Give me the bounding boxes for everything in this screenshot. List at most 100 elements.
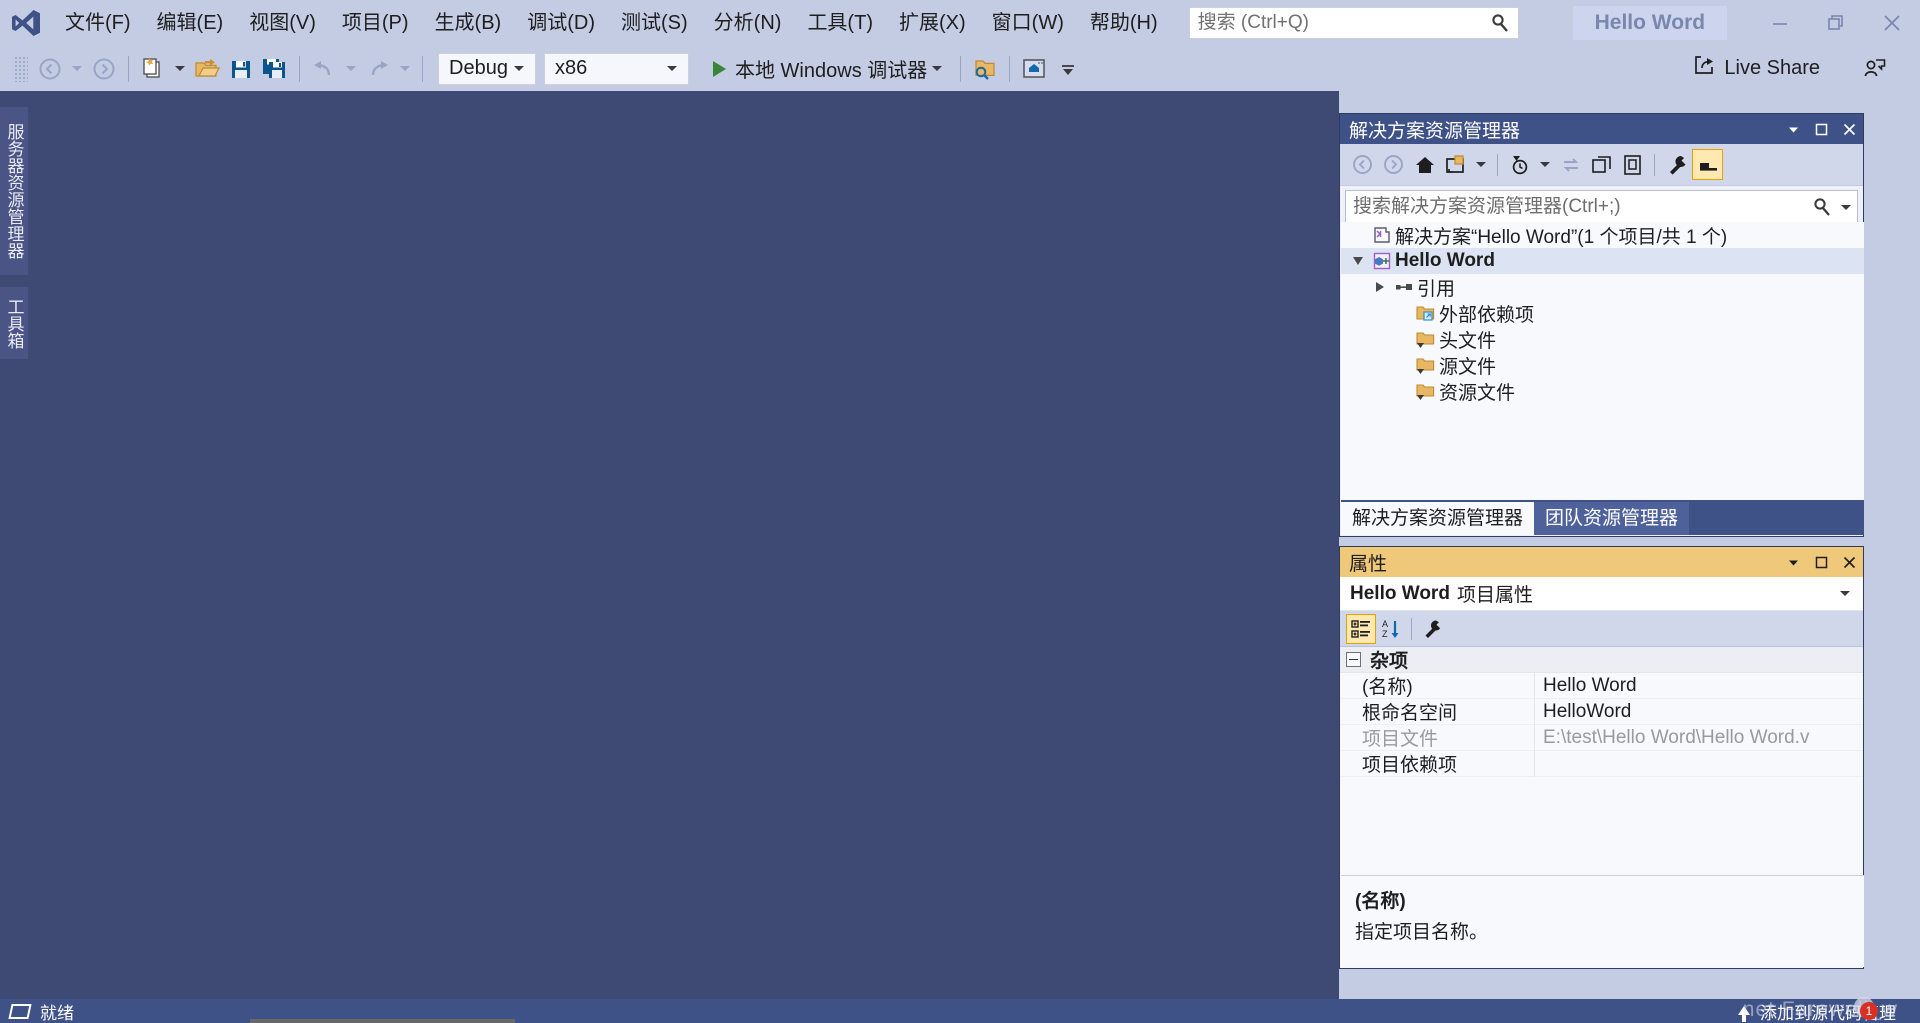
title-bar: 文件(F) 编辑(E) 视图(V) 项目(P) 生成(B) 调试(D) 测试(S…	[0, 0, 1920, 46]
panel-maximize-icon[interactable]	[1807, 548, 1835, 576]
left-tool-rail: 服务器资源管理器 工具箱	[0, 91, 28, 999]
navigate-back-icon[interactable]	[33, 52, 67, 86]
window-controls	[1752, 0, 1920, 46]
menu-debug[interactable]: 调试(D)	[514, 6, 608, 40]
menu-project[interactable]: 项目(P)	[329, 6, 422, 40]
redo-icon[interactable]	[361, 52, 395, 86]
tree-node-label: 头文件	[1439, 330, 1497, 352]
solution-explorer-search-input[interactable]	[1346, 196, 1812, 218]
quick-search-box[interactable]	[1188, 7, 1519, 39]
start-debugging-button[interactable]: 本地 Windows 调试器	[703, 52, 953, 86]
undo-icon[interactable]	[307, 52, 341, 86]
collapse-category-icon[interactable]	[1346, 652, 1361, 667]
minimize-icon[interactable]	[1752, 0, 1808, 46]
menu-analyze[interactable]: 分析(N)	[701, 6, 795, 40]
panel-maximize-icon[interactable]	[1807, 115, 1835, 143]
tree-node-project[interactable]: Hello Word	[1341, 248, 1864, 274]
redo-dropdown-icon[interactable]	[400, 66, 410, 71]
tree-node-source-files[interactable]: 源文件	[1341, 352, 1864, 378]
visual-studio-logo-icon	[0, 0, 52, 46]
toolbar-grip[interactable]	[14, 55, 28, 82]
property-row-project-dependencies[interactable]: 项目依赖项	[1340, 750, 1863, 777]
tree-expander-expanded[interactable]	[1347, 257, 1369, 265]
panel-close-icon[interactable]	[1835, 548, 1863, 576]
menu-edit[interactable]: 编辑(E)	[144, 6, 237, 40]
toolbar-overflow-icon[interactable]	[1051, 52, 1085, 86]
tree-node-solution[interactable]: 解决方案“Hello Word”(1 个项目/共 1 个)	[1341, 222, 1864, 248]
share-user-icon[interactable]	[1860, 54, 1890, 84]
save-all-icon[interactable]	[258, 52, 292, 86]
search-icon[interactable]	[1488, 11, 1512, 35]
restore-icon[interactable]	[1808, 0, 1864, 46]
properties-object-selector[interactable]: Hello Word 项目属性	[1340, 577, 1863, 611]
categorized-icon[interactable]	[1346, 613, 1376, 644]
new-project-icon[interactable]	[136, 52, 170, 86]
alphabetical-sort-icon[interactable]: A Z	[1376, 614, 1406, 644]
close-icon[interactable]	[1864, 0, 1920, 46]
navigate-forward-icon[interactable]	[87, 52, 121, 86]
solution-configuration-combo[interactable]: Debug	[438, 52, 536, 85]
solution-explorer-search-box[interactable]	[1345, 190, 1858, 224]
property-row-name[interactable]: (名称) Hello Word	[1340, 672, 1863, 699]
properties-wrench-icon[interactable]	[1661, 149, 1692, 180]
property-pages-wrench-icon[interactable]	[1417, 614, 1447, 644]
live-share-button[interactable]: Live Share	[1685, 51, 1828, 85]
tree-node-header-files[interactable]: 头文件	[1341, 326, 1864, 352]
back-icon[interactable]	[1347, 149, 1378, 180]
chevron-down-icon-2[interactable]	[1540, 162, 1550, 167]
menu-view[interactable]: 视图(V)	[236, 6, 329, 40]
panel-menu-chevron-down-icon[interactable]	[1779, 548, 1807, 576]
tab-team-explorer[interactable]: 团队资源管理器	[1534, 502, 1690, 535]
forward-icon[interactable]	[1378, 149, 1409, 180]
panel-menu-chevron-down-icon[interactable]	[1779, 115, 1807, 143]
show-all-files-icon[interactable]	[1617, 149, 1648, 180]
new-project-dropdown-icon[interactable]	[175, 66, 185, 71]
navigate-back-dropdown-icon[interactable]	[72, 66, 82, 71]
save-icon[interactable]	[224, 52, 258, 86]
tree-node-references[interactable]: 引用	[1341, 274, 1864, 300]
start-debugging-dropdown-icon[interactable]	[932, 66, 943, 71]
home-icon[interactable]	[1409, 149, 1440, 180]
properties-category-misc[interactable]: 杂项	[1340, 647, 1863, 673]
start-window-icon[interactable]	[1017, 52, 1051, 86]
sync-with-active-document-icon[interactable]	[1440, 149, 1471, 180]
solution-platform-combo[interactable]: x86	[544, 52, 689, 85]
menu-build[interactable]: 生成(B)	[422, 6, 515, 40]
search-input[interactable]	[1189, 9, 1480, 37]
panel-close-icon[interactable]	[1835, 115, 1863, 143]
search-icon[interactable]	[1812, 197, 1836, 217]
menu-help[interactable]: 帮助(H)	[1077, 6, 1171, 40]
open-file-icon[interactable]	[190, 52, 224, 86]
property-value[interactable]: Hello Word	[1535, 675, 1863, 697]
add-to-source-control-button[interactable]: 添加到源代码管理	[1738, 999, 1920, 1023]
property-row-root-namespace[interactable]: 根命名空间 HelloWord	[1340, 698, 1863, 725]
preview-selected-items-icon[interactable]	[1692, 149, 1723, 180]
vtab-toolbox[interactable]: 工具箱	[0, 287, 28, 359]
references-icon	[1391, 277, 1417, 297]
chevron-down-icon[interactable]	[1840, 591, 1850, 596]
undo-dropdown-icon[interactable]	[346, 66, 356, 71]
menu-file[interactable]: 文件(F)	[52, 6, 144, 40]
pending-changes-filter-icon[interactable]	[1504, 149, 1535, 180]
tree-node-resource-files[interactable]: 资源文件	[1341, 378, 1864, 404]
refresh-icon[interactable]	[1555, 149, 1586, 180]
properties-toolbar-separator	[1411, 617, 1412, 640]
add-to-source-control-label: 添加到源代码管理	[1760, 1003, 1896, 1023]
find-in-files-icon[interactable]	[968, 52, 1002, 86]
menu-window[interactable]: 窗口(W)	[979, 6, 1077, 40]
search-options-chevron-down-icon[interactable]	[1841, 204, 1851, 210]
menu-extensions[interactable]: 扩展(X)	[886, 6, 979, 40]
properties-title: 属性	[1349, 553, 1388, 575]
ready-flag-icon	[8, 1003, 32, 1019]
toolbar-separator-3	[422, 55, 423, 82]
menu-tools[interactable]: 工具(T)	[794, 6, 886, 40]
tree-node-external-dependencies[interactable]: 外部依赖项	[1341, 300, 1864, 326]
menu-test[interactable]: 测试(S)	[608, 6, 701, 40]
property-value[interactable]: HelloWord	[1535, 701, 1863, 723]
chevron-down-icon[interactable]	[1476, 162, 1486, 167]
tab-solution-explorer[interactable]: 解决方案资源管理器	[1341, 502, 1535, 535]
vtab-server-explorer[interactable]: 服务器资源管理器	[0, 107, 28, 275]
collapse-all-icon[interactable]	[1586, 149, 1617, 180]
tree-expander-collapsed[interactable]	[1369, 282, 1391, 292]
properties-object-name: Hello Word	[1350, 582, 1450, 604]
